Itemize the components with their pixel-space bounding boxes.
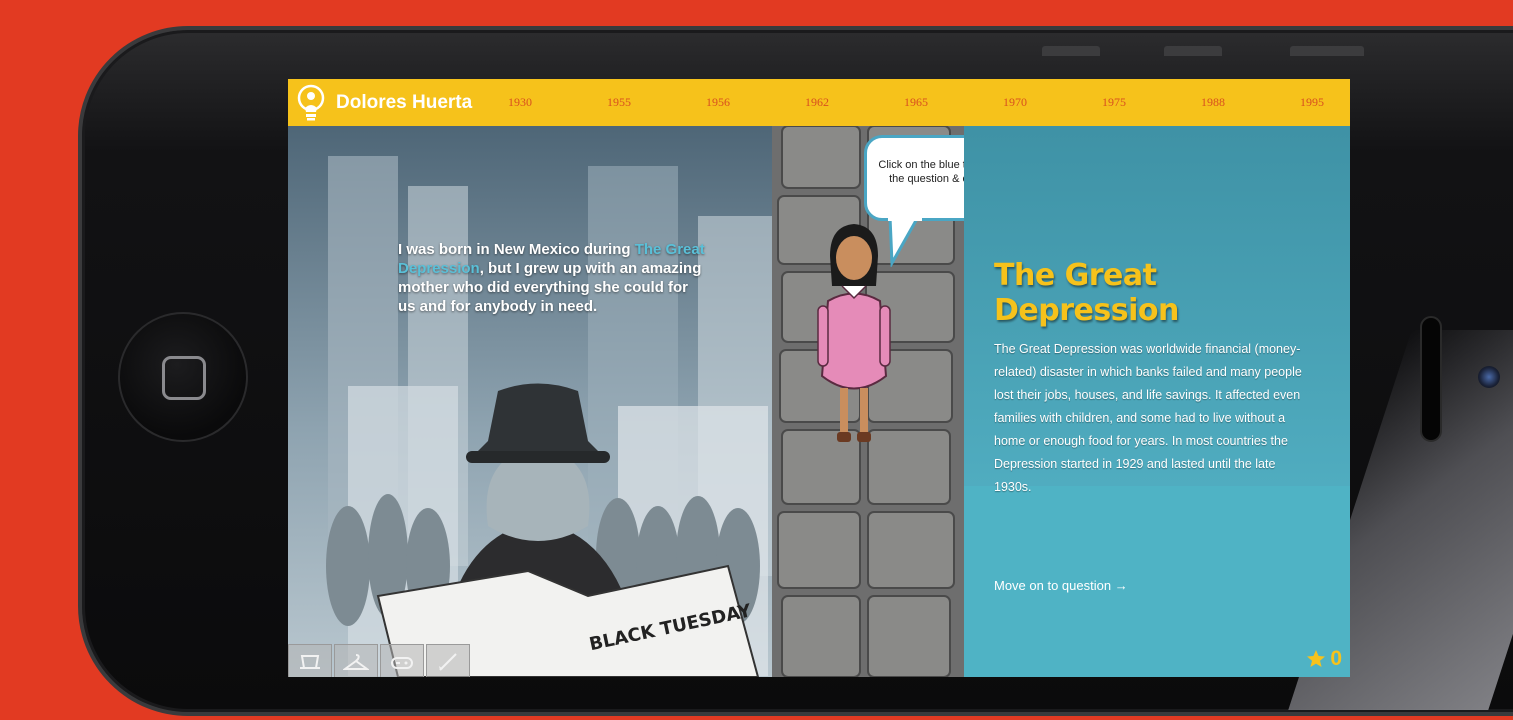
topic-title: The Great Depression (994, 258, 1179, 328)
app-screen: Dolores Huerta 1930 1955 1956 1962 1965 … (288, 79, 1350, 677)
gamepad-tool[interactable] (380, 644, 424, 677)
speaker-slit (1420, 316, 1442, 442)
home-button[interactable] (118, 312, 248, 442)
story-illustration: BLACK TUESDAY I was born in New Mexico d… (288, 126, 772, 677)
hint-bubble-tail (888, 217, 922, 267)
app-title: Dolores Huerta (336, 91, 473, 113)
topic-description: The Great Depression was worldwide finan… (994, 342, 1302, 494)
star-icon (1307, 650, 1326, 667)
top-bar: Dolores Huerta 1930 1955 1956 1962 1965 … (288, 79, 1350, 126)
volume-button (1042, 46, 1100, 56)
pen-tool[interactable] (426, 644, 470, 677)
hat-icon (300, 655, 320, 669)
home-square-icon (162, 356, 206, 400)
story-text-before: I was born in New Mexico during (398, 241, 635, 258)
timeline-year-1970[interactable]: 1970 (1003, 95, 1027, 110)
pen-icon (439, 653, 457, 671)
character-toolbar (288, 644, 472, 677)
timeline-year-1955[interactable]: 1955 (607, 95, 631, 110)
timeline-year-1930[interactable]: 1930 (508, 95, 532, 110)
gamepad-icon (391, 657, 413, 669)
city-illustration: BLACK TUESDAY (326, 156, 772, 677)
timeline-year-1975[interactable]: 1975 (1102, 95, 1126, 110)
move-on-to-question-link[interactable]: Move on to question → (994, 578, 1128, 593)
timeline-year-1962[interactable]: 1962 (805, 95, 829, 110)
power-button (1290, 46, 1364, 56)
hanger-icon (343, 654, 369, 670)
hat-tool[interactable] (288, 644, 332, 677)
story-text: I was born in New Mexico during The Grea… (398, 240, 708, 316)
timeline-year-1988[interactable]: 1988 (1201, 95, 1225, 110)
volume-button-2 (1164, 46, 1222, 56)
score-display: 0 (1306, 647, 1342, 671)
app-logo[interactable]: Dolores Huerta (288, 84, 498, 122)
hanger-tool[interactable] (334, 644, 378, 677)
info-panel: The Great Depression The Great Depressio… (964, 126, 1350, 677)
timeline-year-1965[interactable]: 1965 (904, 95, 928, 110)
lightbulb-icon (297, 84, 325, 120)
timeline-year-1956[interactable]: 1956 (706, 95, 730, 110)
timeline-year-1995[interactable]: 1995 (1300, 95, 1324, 110)
timeline-nav: 1930 1955 1956 1962 1965 1970 1975 1988 … (498, 95, 1350, 110)
camera-icon (1478, 366, 1500, 388)
score-value: 0 (1330, 647, 1342, 670)
